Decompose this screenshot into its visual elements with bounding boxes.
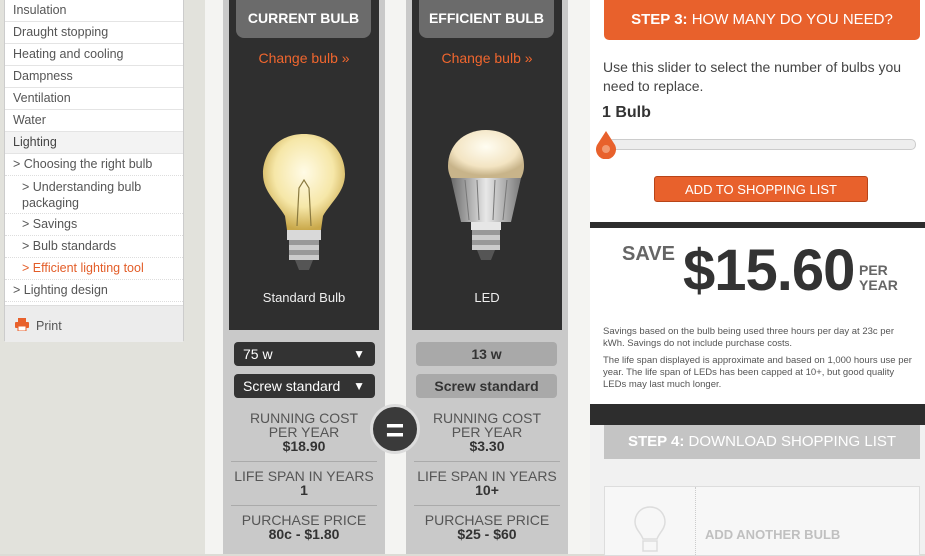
purchase-price-value: $25 - $60 — [457, 526, 517, 542]
savings-note: Savings based on the bulb being used thr… — [603, 326, 895, 349]
divider — [414, 461, 560, 462]
sidebar-item-savings[interactable]: > Savings — [5, 214, 183, 236]
per-year-unit: PER YEAR — [859, 263, 898, 293]
print-link[interactable]: Print — [5, 305, 183, 342]
add-to-shopping-list-button[interactable]: ADD TO SHOPPING LIST — [654, 176, 868, 202]
life-span-value: 1 — [300, 482, 308, 498]
sidebar-item-lighting-design[interactable]: > Lighting design — [5, 280, 183, 302]
sidebar-item-insulation[interactable]: Insulation — [5, 0, 183, 22]
efficient-life-span: LIFE SPAN IN YEARS 10+ — [412, 469, 562, 497]
sidebar-item-draught-stopping[interactable]: Draught stopping — [5, 22, 183, 44]
life-span-note: The life span displayed is approximate a… — [603, 355, 912, 390]
sidebar-item-choosing-bulb[interactable]: > Choosing the right bulb — [5, 154, 183, 176]
step3-banner: STEP 3: HOW MANY DO YOU NEED? — [604, 0, 920, 40]
current-bulb-column: CURRENT BULB Change bulb » Standard Bulb… — [223, 0, 385, 554]
step4-banner[interactable]: STEP 4: DOWNLOAD SHOPPING LIST — [604, 425, 920, 459]
life-span-label: LIFE SPAN IN YEARS — [417, 468, 557, 484]
sidebar-item-efficient-lighting-tool[interactable]: > Efficient lighting tool — [5, 258, 183, 280]
bulb-count: 1 Bulb — [602, 104, 651, 121]
sidebar-item-dampness[interactable]: Dampness — [5, 66, 183, 88]
efficient-bulb-header: EFFICIENT BULB — [419, 0, 554, 38]
life-span-label: LIFE SPAN IN YEARS — [234, 468, 374, 484]
savings-amount: $15.60 — [683, 238, 855, 303]
per-label: PER — [859, 262, 888, 278]
add-another-bulb-label: ADD ANOTHER BULB — [705, 527, 841, 542]
current-bulb-name: Standard Bulb — [262, 290, 346, 305]
current-life-span: LIFE SPAN IN YEARS 1 — [229, 469, 379, 497]
bulb-outline-icon — [634, 506, 666, 552]
sidebar-item-understanding-packaging[interactable]: > Understanding bulb packaging — [5, 176, 183, 214]
year-label: YEAR — [859, 277, 898, 293]
chevron-down-icon: ▼ — [353, 379, 365, 393]
divider — [231, 505, 377, 506]
current-base-select[interactable]: Screw standard ▼ — [234, 374, 375, 398]
current-purchase-price: PURCHASE PRICE 80c - $1.80 — [229, 513, 379, 541]
per-year-label: PER YEAR — [451, 424, 523, 440]
sidebar-item-bulb-standards[interactable]: > Bulb standards — [5, 236, 183, 258]
step3-number: STEP 3: — [631, 11, 688, 28]
efficient-bulb-name: LED — [474, 290, 500, 305]
current-wattage-select[interactable]: 75 w ▼ — [234, 342, 375, 366]
slider-handle[interactable] — [595, 131, 617, 159]
step4-panel: STEP 4: DOWNLOAD SHOPPING LIST ADD ANOTH… — [590, 425, 925, 556]
steps-panel: STEP 3: HOW MANY DO YOU NEED? Use this s… — [590, 0, 925, 556]
efficient-change-bulb-link[interactable]: Change bulb » — [412, 50, 562, 66]
sidebar-nav: Insulation Draught stopping Heating and … — [4, 0, 184, 342]
per-year-label: PER YEAR — [268, 424, 340, 440]
sidebar-item-ventilation[interactable]: Ventilation — [5, 88, 183, 110]
current-base-value: Screw standard — [243, 378, 341, 394]
efficient-base-display: Screw standard — [416, 374, 557, 398]
current-running-cost: RUNNING COST PER YEAR $18.90 — [229, 411, 379, 453]
current-bulb-header: CURRENT BULB — [236, 0, 371, 38]
efficient-bulb-column: EFFICIENT BULB Change bulb » LED 13 w Sc… — [406, 0, 568, 554]
add-another-bulb[interactable]: ADD ANOTHER BULB — [604, 486, 920, 556]
running-cost-label: RUNNING COST — [249, 410, 359, 426]
purchase-price-label: PURCHASE PRICE — [241, 512, 367, 528]
print-label: Print — [36, 319, 62, 333]
step4-title: DOWNLOAD SHOPPING LIST — [684, 433, 897, 450]
step4-number: STEP 4: — [627, 433, 685, 450]
equals-icon: = — [370, 404, 420, 454]
slider-instructions: Use this slider to select the number of … — [603, 59, 902, 94]
step3-title: HOW MANY DO YOU NEED? — [687, 11, 893, 28]
purchase-price-label: PURCHASE PRICE — [424, 512, 550, 528]
sidebar-item-lighting[interactable]: Lighting — [5, 132, 183, 154]
sidebar-item-heating-cooling[interactable]: Heating and cooling — [5, 44, 183, 66]
divider — [414, 505, 560, 506]
purchase-price-value: 80c - $1.80 — [268, 526, 340, 542]
efficient-purchase-price: PURCHASE PRICE $25 - $60 — [412, 513, 562, 541]
comparison-area: CURRENT BULB Change bulb » Standard Bulb… — [205, 0, 590, 554]
running-cost-label: RUNNING COST — [432, 410, 542, 426]
chevron-down-icon: ▼ — [353, 347, 365, 361]
led-bulb-image — [448, 130, 524, 260]
incandescent-bulb-image — [263, 134, 345, 270]
running-cost-value: $3.30 — [469, 438, 505, 454]
life-span-value: 10+ — [475, 482, 499, 498]
current-wattage-value: 75 w — [243, 346, 273, 362]
bulb-placeholder — [605, 487, 696, 555]
savings-panel: SAVE $15.60 PER YEAR Savings based on th… — [590, 228, 925, 404]
sidebar-item-water[interactable]: Water — [5, 110, 183, 132]
efficient-running-cost: RUNNING COST PER YEAR $3.30 — [412, 411, 562, 453]
bulb-count-slider[interactable] — [608, 139, 916, 150]
printer-icon — [15, 318, 29, 331]
efficient-wattage-display: 13 w — [416, 342, 557, 366]
running-cost-value: $18.90 — [282, 438, 326, 454]
step3-panel: STEP 3: HOW MANY DO YOU NEED? Use this s… — [590, 0, 925, 222]
save-label: SAVE — [622, 243, 675, 265]
current-change-bulb-link[interactable]: Change bulb » — [229, 50, 379, 66]
divider — [231, 461, 377, 462]
